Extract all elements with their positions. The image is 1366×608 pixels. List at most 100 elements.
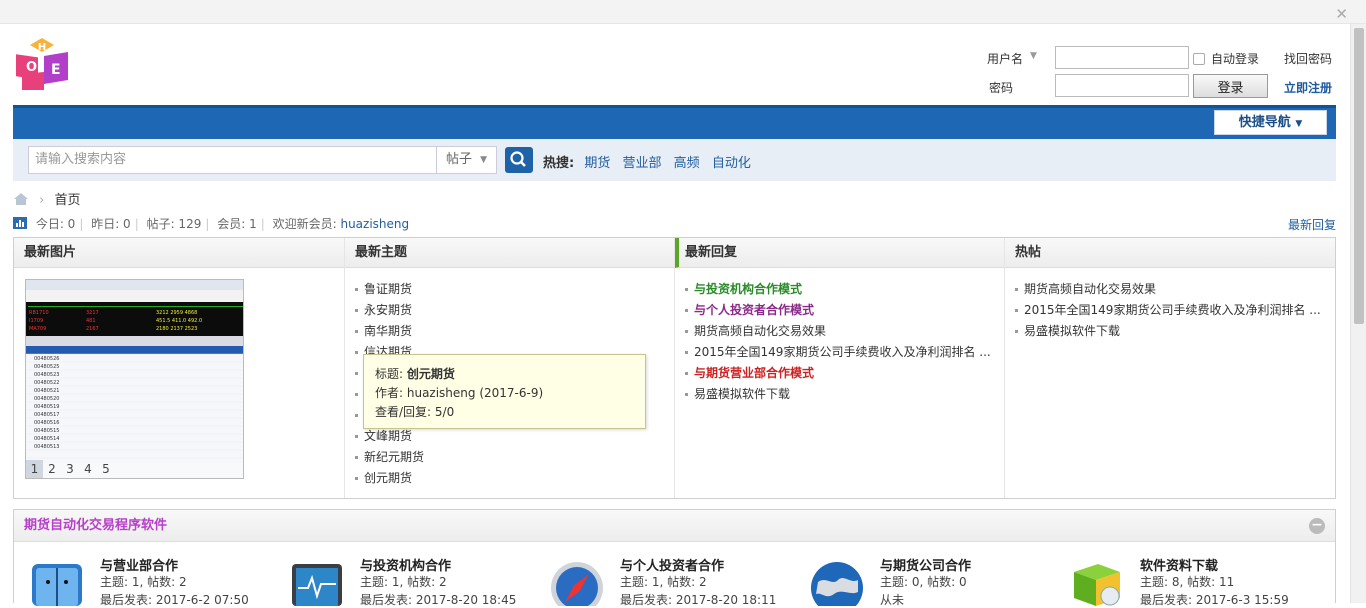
forum-stats: 主题: 1, 帖数: 2: [620, 575, 707, 589]
forum-category-label: 期货自动化交易程序软件: [24, 518, 168, 533]
search-type-select[interactable]: 帖子 ▼: [436, 146, 497, 174]
slide-page-4[interactable]: 4: [79, 460, 97, 478]
slide-page-3[interactable]: 3: [61, 460, 79, 478]
tooltip-author: 作者: huazisheng (2017-6-9): [375, 386, 544, 400]
topic-link[interactable]: 新纪元期货: [353, 448, 674, 469]
slide-page-5[interactable]: 5: [97, 460, 115, 478]
forgot-password-link[interactable]: 找回密码: [1284, 50, 1332, 67]
reply-link[interactable]: 易盛模拟软件下载: [683, 385, 1004, 406]
hot-term-link[interactable]: 自动化: [712, 156, 751, 171]
slide-pagination: 12345: [26, 460, 243, 478]
hot-term-link[interactable]: 期货: [584, 156, 610, 171]
latest-replies-title: 最新回复: [675, 238, 1004, 268]
forum-last-post[interactable]: 从未: [880, 591, 904, 608]
finder-icon: [32, 564, 82, 606]
home-icon[interactable]: [13, 192, 29, 206]
tooltip-views: 查看/回复: 5/0: [375, 405, 455, 419]
register-link[interactable]: 立即注册: [1284, 79, 1332, 96]
forum-last-post[interactable]: 最后发表: 2017-6-2 07:50: [100, 591, 249, 608]
forum-last-post[interactable]: 最后发表: 2017-6-3 15:59: [1140, 591, 1289, 608]
monitor-icon: [292, 564, 342, 606]
hot-posts-title: 热帖: [1005, 238, 1335, 268]
svg-text:00480523: 00480523: [34, 372, 59, 378]
reply-link[interactable]: 与个人投资者合作模式: [683, 301, 1004, 322]
search-button[interactable]: [505, 147, 533, 173]
reply-link[interactable]: 期货高频自动化交易效果: [683, 322, 1004, 343]
forum-last-post[interactable]: 最后发表: 2017-8-20 18:45: [360, 591, 516, 608]
forum-item[interactable]: 软件资料下载 主题: 8, 帖数: 11 最后发表: 2017-6-3 15:5…: [1068, 554, 1318, 607]
hot-post-link[interactable]: 期货高频自动化交易效果: [1013, 280, 1335, 301]
svg-text:451.5 411.0 492.0: 451.5 411.0 492.0: [156, 318, 202, 324]
collapse-icon[interactable]: −: [1309, 518, 1325, 534]
svg-text:2167: 2167: [86, 326, 99, 332]
breadcrumb-home[interactable]: 首页: [54, 193, 80, 208]
svg-text:2180 2137 2523: 2180 2137 2523: [156, 326, 197, 332]
scrollbar[interactable]: [1350, 24, 1366, 603]
svg-text:00480517: 00480517: [34, 412, 59, 418]
auto-login-checkbox[interactable]: [1193, 53, 1205, 65]
topic-tooltip: 标题: 创元期货 作者: huazisheng (2017-6-9) 查看/回复…: [363, 354, 646, 429]
forum-item[interactable]: 与投资机构合作 主题: 1, 帖数: 2 最后发表: 2017-8-20 18:…: [288, 554, 538, 607]
forum-last-post[interactable]: 最后发表: 2017-8-20 18:11: [620, 591, 776, 608]
topic-link[interactable]: 鲁证期货: [353, 280, 674, 301]
search-bar: 请输入搜索内容 帖子 ▼ 热搜: 期货 营业部 高频 自动化: [13, 139, 1336, 181]
username-input[interactable]: [1055, 46, 1189, 69]
hot-post-link[interactable]: 易盛模拟软件下载: [1013, 322, 1335, 343]
latest-images-title: 最新图片: [14, 238, 344, 268]
forum-item[interactable]: 与期货公司合作 主题: 0, 帖数: 0 从未: [808, 554, 1058, 607]
topic-link[interactable]: 南华期货: [353, 322, 674, 343]
topic-link[interactable]: 文峰期货: [353, 427, 674, 448]
search-input[interactable]: 请输入搜索内容: [28, 146, 437, 174]
quick-nav-button[interactable]: 快捷导航 ▼: [1214, 110, 1327, 135]
collapse-header-icon[interactable]: ✕: [1335, 5, 1348, 23]
compass-icon: [551, 562, 603, 606]
stats-chart-icon: [13, 217, 27, 229]
slide-page-2[interactable]: 2: [43, 460, 61, 478]
svg-text:3217: 3217: [86, 310, 99, 316]
forum-name[interactable]: 与营业部合作: [100, 555, 178, 574]
svg-text:H: H: [38, 42, 46, 53]
svg-text:E: E: [51, 62, 61, 78]
svg-text:00480514: 00480514: [34, 436, 59, 442]
portal-panel: 最新图片 RB1710 I1709 MA709 3217 481 2167 3212 2…: [13, 237, 1336, 499]
forum-name[interactable]: 与期货公司合作: [880, 555, 971, 574]
login-button[interactable]: 登录: [1193, 74, 1268, 98]
forum-stats: 主题: 1, 帖数: 2: [360, 575, 447, 589]
trading-software-screenshot: RB1710 I1709 MA709 3217 481 2167 3212 2959 4…: [26, 280, 243, 478]
forum-item[interactable]: 与营业部合作 主题: 1, 帖数: 2 最后发表: 2017-6-2 07:50: [28, 554, 278, 607]
latest-reply-link[interactable]: 最新回复: [1288, 216, 1336, 233]
hot-posts-list: 期货高频自动化交易效果 2015年全国149家期货公司手续费收入及净利润排名 .…: [1005, 268, 1335, 343]
svg-text:00480516: 00480516: [34, 420, 59, 426]
reply-link[interactable]: 2015年全国149家期货公司手续费收入及净利润排名 ...: [683, 343, 1004, 364]
forum-item[interactable]: 与个人投资者合作 主题: 1, 帖数: 2 最后发表: 2017-8-20 18…: [548, 554, 798, 607]
svg-text:00480522: 00480522: [34, 380, 59, 386]
forum-name[interactable]: 与个人投资者合作: [620, 555, 724, 574]
latest-replies-column: 最新回复 与投资机构合作模式 与个人投资者合作模式 期货高频自动化交易效果 20…: [675, 238, 1005, 498]
password-input[interactable]: [1055, 74, 1189, 97]
stat-yesterday: 昨日: 0: [91, 217, 131, 231]
tooltip-title-label: 标题:: [375, 367, 404, 381]
hot-term-link[interactable]: 高频: [674, 156, 700, 171]
latest-image-slide[interactable]: RB1710 I1709 MA709 3217 481 2167 3212 2959 4…: [25, 279, 244, 479]
forum-name[interactable]: 软件资料下载: [1140, 555, 1218, 574]
slide-page-1[interactable]: 1: [26, 460, 43, 478]
topic-link[interactable]: 永安期货: [353, 301, 674, 322]
scrollbar-thumb[interactable]: [1354, 28, 1364, 324]
svg-text:MA709: MA709: [29, 326, 46, 332]
newest-member-link[interactable]: huazisheng: [340, 217, 409, 231]
quick-nav-label: 快捷导航: [1238, 115, 1291, 130]
username-dropdown-icon[interactable]: ▼: [1030, 51, 1037, 61]
reply-link[interactable]: 与期货营业部合作模式: [683, 364, 1004, 385]
forum-name[interactable]: 与投资机构合作: [360, 555, 451, 574]
top-strip: ✕: [0, 0, 1366, 24]
svg-text:00480515: 00480515: [34, 428, 59, 434]
hot-term-link[interactable]: 营业部: [623, 156, 662, 171]
hot-search-label: 热搜:: [543, 156, 575, 171]
svg-text:00480525: 00480525: [34, 364, 59, 370]
hot-post-link[interactable]: 2015年全国149家期货公司手续费收入及净利润排名 ...: [1013, 301, 1335, 322]
forum-category-title[interactable]: 期货自动化交易程序软件: [14, 510, 1335, 542]
site-logo[interactable]: H O E: [14, 36, 70, 92]
topic-link[interactable]: 创元期货: [353, 469, 674, 490]
reply-link[interactable]: 与投资机构合作模式: [683, 280, 1004, 301]
chevron-down-icon: ▼: [480, 155, 487, 165]
